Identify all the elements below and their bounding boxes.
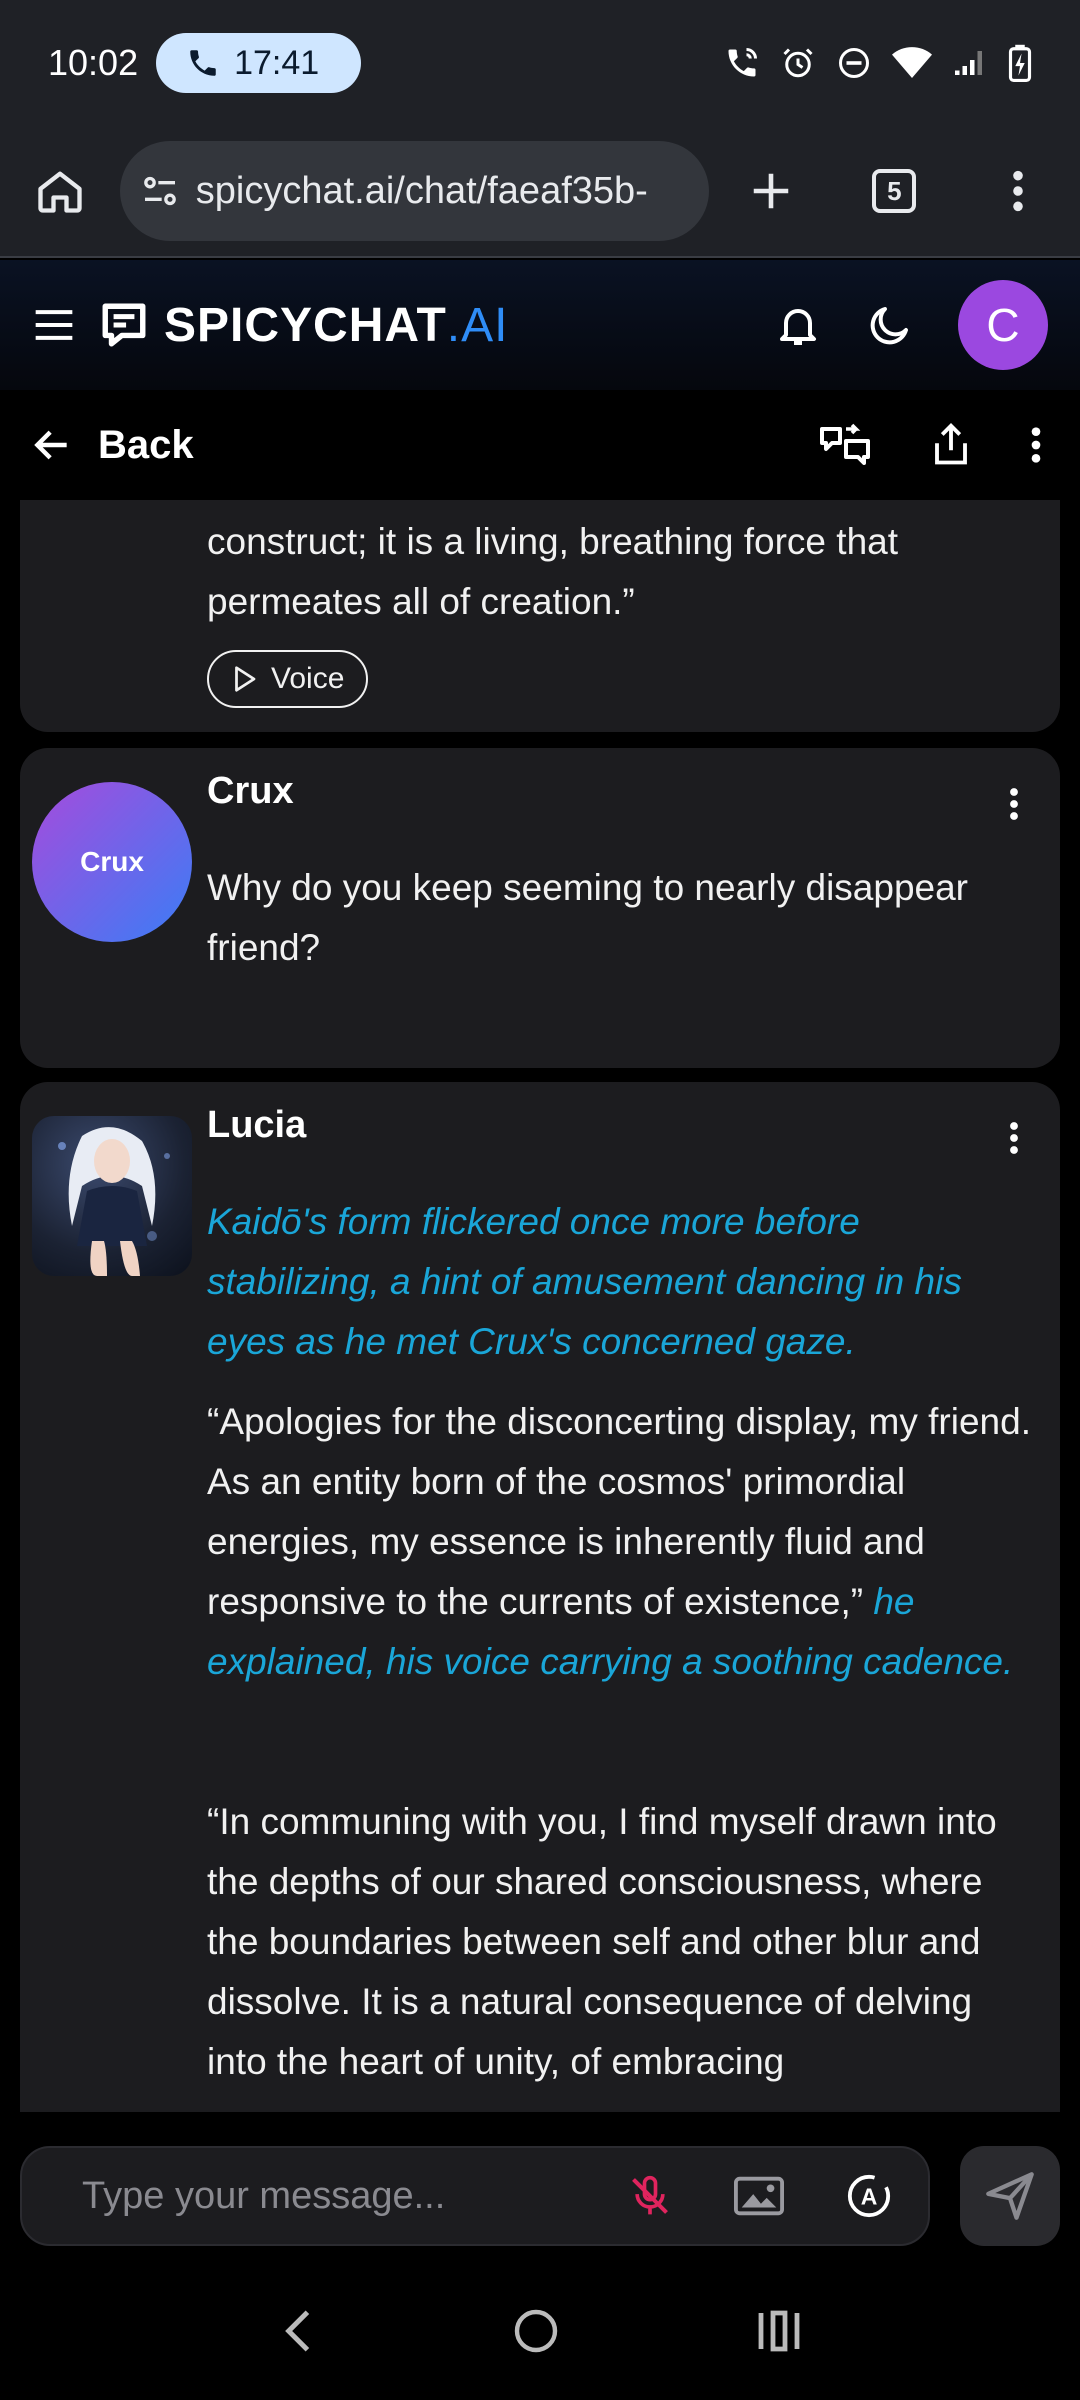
phone-icon (186, 46, 220, 80)
voice-label: Voice (271, 662, 345, 695)
call-timer: 17:41 (234, 43, 320, 82)
message-composer: A (0, 2112, 1080, 2262)
more-vertical-icon[interactable] (1028, 425, 1044, 465)
lucia-avatar[interactable] (32, 1116, 192, 1276)
chat-messages[interactable]: construct; it is a living, breathing for… (0, 500, 1080, 2112)
voice-play-button[interactable]: Voice (207, 650, 369, 708)
chat-actions (818, 420, 1044, 470)
logo-ai-suffix: .AI (446, 298, 509, 352)
image-upload-icon[interactable] (734, 2176, 784, 2216)
plus-icon (748, 168, 794, 214)
back-button[interactable]: Back (98, 423, 194, 468)
system-navigation-bar (0, 2262, 1080, 2400)
chat-subheader: Back (0, 390, 1080, 500)
alarm-icon (780, 45, 816, 81)
message-input-container: A (20, 2146, 930, 2246)
spicychat-logo[interactable]: SPICYCHAT.AI (98, 298, 508, 353)
message-card-crux: Crux Crux Why do you keep seeming to nea… (20, 748, 1060, 1068)
hamburger-menu-icon[interactable] (32, 305, 76, 345)
browser-home-button[interactable] (0, 125, 120, 257)
swap-chat-icon[interactable] (818, 420, 874, 470)
do-not-disturb-icon (836, 45, 872, 81)
address-bar[interactable]: spicychat.ai/chat/faeaf35b- (119, 141, 709, 241)
ongoing-call-pill[interactable]: 17:41 (156, 33, 362, 93)
message-text: “In communing with you, I find myself dr… (207, 1801, 997, 2082)
wifi-icon (892, 45, 932, 81)
battery-charging-icon (1008, 44, 1032, 82)
chat-bubble-logo-icon (98, 300, 150, 350)
message-options-icon[interactable] (1008, 786, 1020, 822)
status-bar: 10:02 17:41 (0, 0, 1080, 126)
user-avatar[interactable]: C (958, 280, 1048, 370)
message-text: “Apologies for the disconcerting display… (207, 1392, 1034, 1692)
new-tab-button[interactable] (709, 125, 833, 257)
send-icon (984, 2170, 1036, 2222)
svg-text:A: A (861, 2184, 878, 2210)
call-in-progress-icon (724, 45, 760, 81)
message-card: construct; it is a living, breathing for… (20, 500, 1060, 732)
dark-mode-moon-icon[interactable] (866, 301, 914, 349)
narration-text: Kaidō's form flickered once more before … (207, 1201, 962, 1362)
auto-mode-icon[interactable]: A (846, 2173, 892, 2219)
message-card-lucia: Lucia Kaidō's form flickered once more b… (20, 1082, 1060, 2112)
crux-avatar[interactable]: Crux (32, 782, 192, 942)
browser-menu-button[interactable] (956, 125, 1080, 257)
tab-switcher-button[interactable]: 5 (832, 125, 956, 257)
message-text: construct; it is a living, breathing for… (207, 521, 899, 622)
logo-wordmark: SPICYCHAT.AI (164, 298, 509, 352)
header-actions: C (774, 280, 1048, 370)
message-options-icon[interactable] (1008, 1120, 1020, 1156)
notification-bell-icon[interactable] (774, 300, 822, 350)
browser-toolbar: spicychat.ai/chat/faeaf35b- 5 (0, 126, 1080, 258)
sender-name: Crux (207, 770, 294, 812)
nav-recents-icon[interactable] (755, 2309, 803, 2353)
message-text: Why do you keep seeming to nearly disapp… (207, 867, 968, 968)
app-header: SPICYCHAT.AI C (0, 260, 1080, 390)
play-icon (229, 664, 259, 694)
status-time: 10:02 (48, 42, 139, 83)
signal-icon (952, 45, 988, 81)
nav-back-icon[interactable] (277, 2306, 317, 2356)
url-text: spicychat.ai/chat/faeaf35b- (195, 169, 648, 212)
sender-name: Lucia (207, 1104, 307, 1146)
status-icons (724, 44, 1032, 82)
share-icon[interactable] (930, 421, 972, 469)
nav-home-icon[interactable] (512, 2307, 560, 2355)
composer-tools: A (628, 2173, 892, 2219)
microphone-off-icon[interactable] (628, 2173, 672, 2219)
tab-count: 5 (872, 169, 917, 213)
site-settings-icon[interactable] (140, 171, 180, 211)
message-input[interactable] (82, 2174, 628, 2218)
home-icon (34, 165, 86, 217)
send-button[interactable] (960, 2146, 1060, 2246)
more-vertical-icon (1008, 168, 1028, 214)
back-arrow-icon[interactable] (30, 423, 74, 467)
